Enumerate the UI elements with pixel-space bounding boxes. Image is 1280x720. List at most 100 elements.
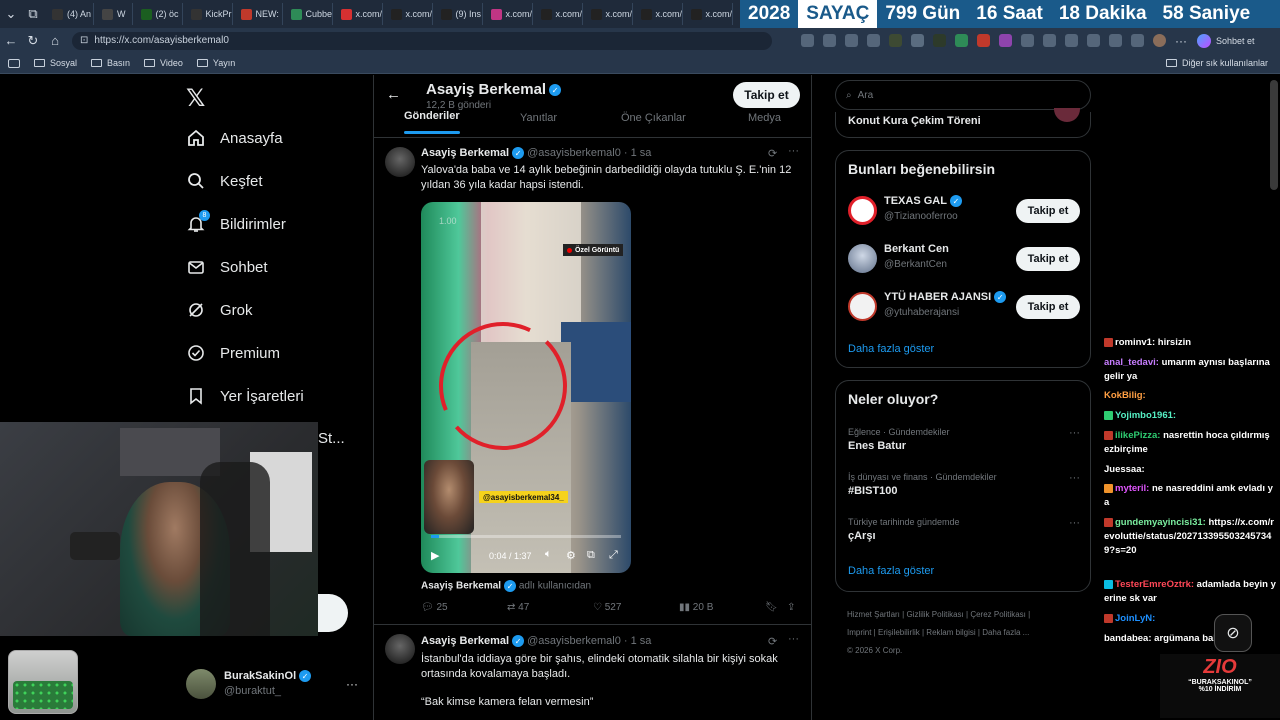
browser-tab[interactable]: x.com/ (535, 3, 583, 25)
suggestion-row[interactable]: TEXAS GAL ✓ @Tizianooferroo Takip et (848, 195, 1080, 227)
reload-icon[interactable]: ↻ (22, 30, 44, 52)
other-bookmarks[interactable]: Diğer sık kullanılanlar (1165, 58, 1268, 68)
sidebar-item-grok[interactable]: Grok (186, 300, 253, 320)
bookmark-folder[interactable]: Sosyal (34, 58, 77, 68)
video-progress-track[interactable] (431, 535, 621, 538)
browser-tab[interactable]: Cubbe (285, 3, 333, 25)
account-switcher[interactable]: BurakSakinOl ✓ @buraktut_ ··· (186, 668, 366, 700)
suggestion-row[interactable]: Berkant Cen @BerkantCen Takip et (848, 243, 1080, 275)
repost-button[interactable]: ⇄ 47 (507, 602, 529, 613)
trend-item[interactable]: Eğlence · Gündemdekiler Enes Batur ··· (848, 427, 1080, 452)
tab-highlights[interactable]: Öne Çıkanlar (621, 112, 686, 124)
tablet-icon[interactable] (8, 58, 20, 68)
extension-icon[interactable] (911, 34, 924, 47)
sidebar-item-bookmarks[interactable]: Yer İşaretleri (186, 386, 304, 406)
follow-button[interactable]: Takip et (1016, 199, 1080, 223)
collections-icon[interactable] (1087, 34, 1100, 47)
split-screen-icon[interactable] (1043, 34, 1056, 47)
browser-tab[interactable]: x.com/ (335, 3, 383, 25)
reply-button[interactable]: 💬︎ 25 (421, 602, 448, 613)
back-icon[interactable]: ← (0, 30, 22, 52)
browser-tab[interactable]: W (96, 3, 133, 25)
copilot-chat-button[interactable]: Sohbet et (1197, 33, 1255, 48)
pip-icon[interactable]: ⧉ (587, 549, 595, 562)
play-icon[interactable]: ▶ (431, 549, 439, 562)
views-button[interactable]: ▮▮ 20 B (679, 602, 713, 613)
bookmark-folder[interactable]: Yayın (196, 58, 235, 68)
bookmark-folder[interactable]: Video (144, 58, 183, 68)
more-icon[interactable]: ··· (1175, 34, 1187, 48)
browser-tab[interactable]: (9) Ins (435, 3, 483, 25)
sidebar-item-home[interactable]: Anasayfa (186, 128, 283, 148)
tweet[interactable]: Asayiş Berkemal ✓ @asayisberkemal0 · 1 sa… (374, 139, 811, 625)
tab-replies[interactable]: Yanıtlar (520, 112, 557, 124)
tweet-video[interactable]: 1.00 Özel Görüntü @asayisberkemal34_ ▶ 0… (421, 202, 631, 573)
share-icon[interactable]: ⇪ (787, 602, 795, 613)
tab-media[interactable]: Medya (748, 112, 781, 124)
bookmark-folder[interactable]: Basın (91, 58, 130, 68)
extension-icon[interactable] (889, 34, 902, 47)
show-more-link[interactable]: Daha fazla göster (848, 343, 934, 355)
extension-icon[interactable] (1131, 34, 1144, 47)
footer-link[interactable]: Reklam bilgisi (926, 628, 975, 637)
event-card[interactable]: Konut Kura Çekim Töreni (835, 108, 1091, 138)
tweet-author[interactable]: Asayiş Berkemal (421, 635, 509, 647)
more-icon[interactable]: ··· (1069, 517, 1080, 529)
more-icon[interactable]: ··· (788, 633, 799, 645)
footer-link[interactable]: Daha fazla ... (982, 628, 1029, 637)
suggestion-row[interactable]: YTÜ HABER AJANSI ✓ @ytuhaberajansi Takip … (848, 291, 1080, 323)
footer-link[interactable]: Gizlilik Politikası (906, 610, 963, 619)
profile-avatar[interactable] (1153, 34, 1166, 47)
heart-icon[interactable] (1109, 34, 1122, 47)
trend-item[interactable]: İş dünyası ve finans · Gündemdekiler #BI… (848, 472, 1080, 497)
tweet-author[interactable]: Asayiş Berkemal (421, 147, 509, 159)
favorites-icon[interactable] (1065, 34, 1078, 47)
x-logo[interactable]: 𝕏 (186, 84, 205, 113)
read-aloud-icon[interactable] (845, 34, 858, 47)
more-icon[interactable]: ··· (1069, 427, 1080, 439)
grok-floating-icon[interactable]: ⊘ (1214, 614, 1252, 652)
tab-posts[interactable]: Gönderiler (404, 110, 460, 134)
browser-tab[interactable]: x.com/ (385, 3, 433, 25)
translate-icon[interactable] (801, 34, 814, 47)
extension-icon[interactable] (933, 34, 946, 47)
follow-button[interactable]: Takip et (1016, 247, 1080, 271)
settings-icon[interactable]: ⚙︎ (566, 549, 576, 562)
footer-link[interactable]: Erişilebilirlik (878, 628, 920, 637)
tweet-handle[interactable]: @asayisberkemal0 (527, 635, 621, 647)
grok-icon[interactable]: ⟳ (768, 147, 777, 160)
sidebar-item-notifications[interactable]: 8 Bildirimler (186, 210, 286, 234)
tweet-time[interactable]: · 1 sa (624, 635, 652, 647)
fullscreen-icon[interactable]: ⤢ (609, 549, 618, 562)
browser-tab[interactable]: (4) An (46, 3, 94, 25)
tab-actions-icon[interactable]: ⧉ (22, 3, 44, 25)
footer-link[interactable]: Imprint (847, 628, 871, 637)
more-icon[interactable]: ··· (1069, 472, 1080, 484)
browser-tab[interactable]: x.com/ (685, 3, 733, 25)
extensions-puzzle-icon[interactable] (1021, 34, 1034, 47)
tweet-time[interactable]: · 1 sa (624, 147, 652, 159)
extension-icon[interactable] (955, 34, 968, 47)
trend-item[interactable]: Türkiye tarihinde gündemde çArşı ··· (848, 517, 1080, 542)
follow-button[interactable]: Takip et (1016, 295, 1080, 319)
grok-icon[interactable]: ⟳ (768, 635, 777, 648)
sidebar-item-messages[interactable]: Sohbet (186, 257, 268, 277)
back-arrow-icon[interactable]: ← (386, 86, 401, 103)
favorite-star-icon[interactable] (867, 34, 880, 47)
browser-tab[interactable]: NEW: (235, 3, 283, 25)
home-icon[interactable]: ⌂ (44, 30, 66, 52)
tweet[interactable]: Asayiş Berkemal ✓ @asayisberkemal0 · 1 sa… (374, 626, 811, 720)
extension-icon[interactable] (977, 34, 990, 47)
search-input[interactable]: ⌕ Ara (835, 80, 1091, 110)
browser-tab[interactable]: x.com/ (485, 3, 533, 25)
like-button[interactable]: ♡ 527 (593, 602, 621, 613)
browser-tab[interactable]: x.com/ (585, 3, 633, 25)
browser-tab[interactable]: KickPr (185, 3, 233, 25)
url-field[interactable]: ⊡ https://x.com/asayisberkemal0 (72, 31, 772, 50)
more-icon[interactable]: ··· (788, 145, 799, 157)
trends-show-more-link[interactable]: Daha fazla göster (848, 565, 934, 577)
zoom-icon[interactable] (823, 34, 836, 47)
scroll-thumb[interactable] (1270, 80, 1278, 190)
footer-link[interactable]: Hizmet Şartları (847, 610, 900, 619)
sidebar-item-premium[interactable]: Premium (186, 343, 280, 363)
